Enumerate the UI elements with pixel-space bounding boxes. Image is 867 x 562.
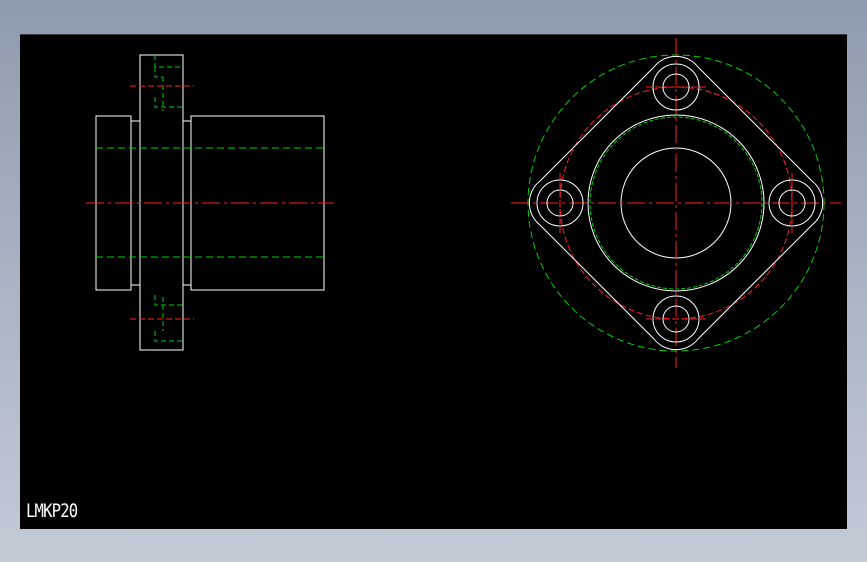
cad-viewport[interactable]: .w { stroke: #ffffff; stroke-width: 1; f… [20,34,847,529]
front-view [511,38,841,368]
side-view [86,54,334,351]
part-label: LMKP20 [26,500,78,522]
cad-drawing: .w { stroke: #ffffff; stroke-width: 1; f… [86,38,841,368]
